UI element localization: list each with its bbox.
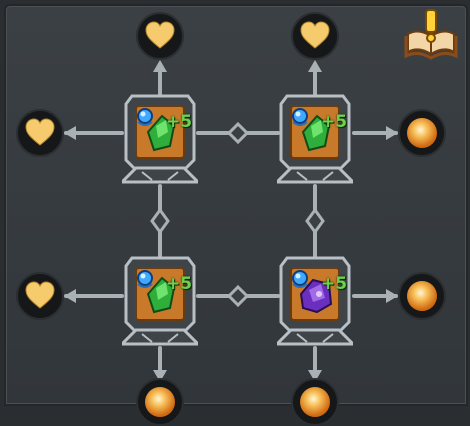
gem-node-2[interactable]: +5 — [277, 92, 353, 184]
blue-orb-icon — [292, 270, 308, 288]
bonus-label: +5 — [321, 274, 348, 294]
bonus-label: +5 — [166, 112, 193, 132]
blue-orb-icon — [137, 108, 153, 126]
gem-node-1[interactable]: +5 — [122, 92, 198, 184]
bonus-label: +5 — [166, 274, 193, 294]
orb-icon[interactable] — [291, 378, 339, 426]
orb-icon[interactable] — [398, 109, 446, 157]
heart-icon[interactable] — [16, 109, 64, 157]
heart-icon[interactable] — [16, 272, 64, 320]
blue-orb-icon — [292, 108, 308, 126]
orb-icon[interactable] — [398, 272, 446, 320]
quest-book-icon[interactable] — [404, 8, 458, 60]
bonus-label: +5 — [321, 112, 348, 132]
gem-node-4[interactable]: +5 — [277, 254, 353, 346]
orb-icon[interactable] — [136, 378, 184, 426]
connector-lines — [64, 60, 398, 382]
heart-icon[interactable] — [136, 12, 184, 60]
blue-orb-icon — [137, 270, 153, 288]
heart-icon[interactable] — [291, 12, 339, 60]
gem-node-3[interactable]: +5 — [122, 254, 198, 346]
